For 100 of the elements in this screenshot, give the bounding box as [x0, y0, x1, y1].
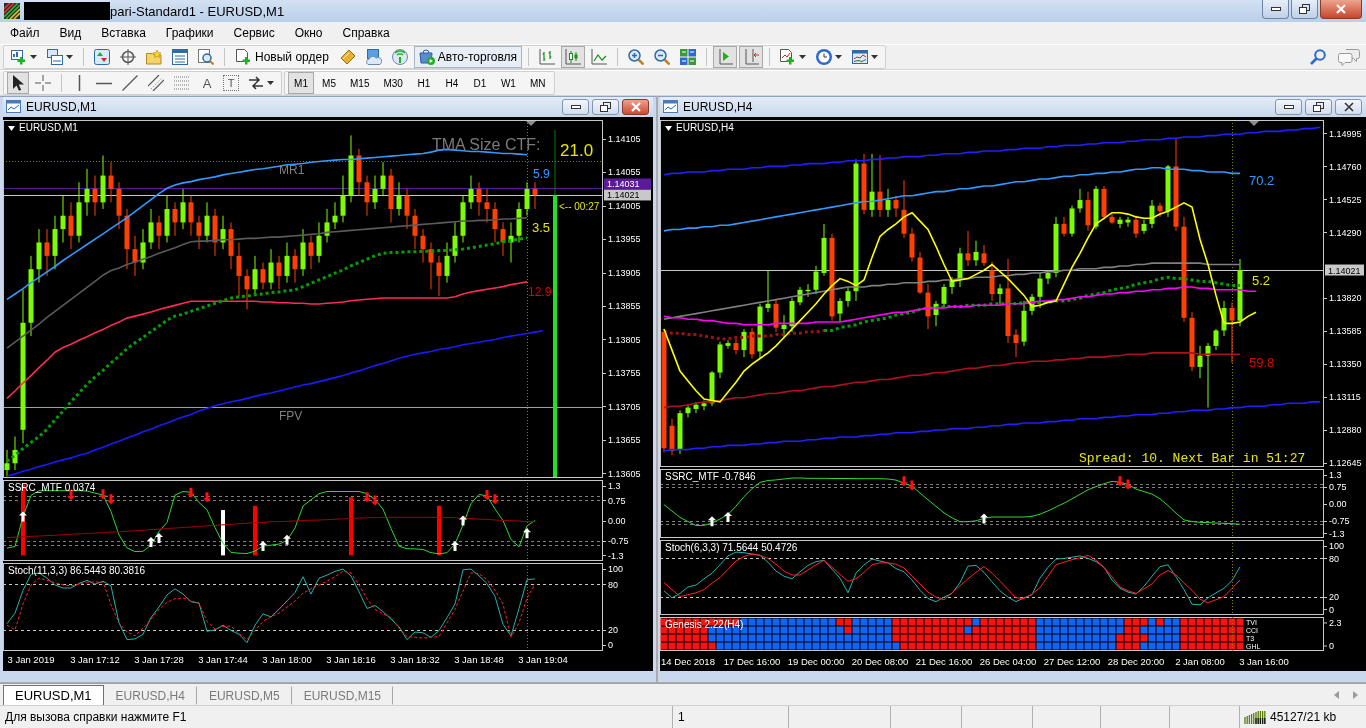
chart-tab[interactable]: EURUSD,M1	[3, 685, 104, 705]
axis-label: 1.13115	[1329, 392, 1361, 403]
menu-item[interactable]: Сервис	[223, 23, 285, 43]
text-tool-button[interactable]: A	[196, 72, 218, 94]
bearish-candle	[861, 153, 867, 215]
bearish-candle	[404, 188, 410, 230]
time-marker-line	[1232, 617, 1233, 651]
candlestick-button[interactable]	[561, 46, 586, 68]
bullish-candle	[220, 215, 226, 250]
restore-button[interactable]	[592, 98, 619, 115]
timeframe-button[interactable]: H4	[438, 72, 465, 94]
chat-icon[interactable]	[1338, 48, 1360, 66]
restore-button[interactable]	[1291, 0, 1318, 19]
bearish-candle	[917, 251, 923, 295]
close-button[interactable]	[622, 98, 649, 115]
timeframe-button[interactable]: M30	[377, 72, 409, 94]
bearish-candle	[420, 228, 426, 264]
shift-marker-icon[interactable]	[526, 121, 536, 126]
menu-item[interactable]: Вид	[49, 23, 92, 43]
price-label: 1.14031	[604, 178, 651, 190]
time-axis-label: 21 Dec 16:00	[915, 656, 973, 667]
bullish-candle	[765, 269, 771, 313]
close-button[interactable]	[1320, 0, 1362, 19]
time-axis-label: 3 Jan 17:44	[198, 654, 248, 665]
chart-window-icon	[852, 49, 869, 65]
bullish-candle	[4, 449, 10, 477]
restore-icon	[1299, 4, 1310, 14]
bearish-candle	[116, 181, 122, 230]
chart-shift-button[interactable]	[739, 46, 764, 68]
menu-item[interactable]: Окно	[284, 23, 333, 43]
bearish-candle	[909, 227, 915, 263]
bullish-candle	[516, 201, 522, 243]
auto-trading-button[interactable]: Авто-торговля	[413, 46, 523, 68]
axis-label: 1.13585	[1329, 326, 1362, 337]
chart-title: Stoch(11,3,3) 86.5443 80.3816	[8, 565, 146, 576]
bullish-candle	[949, 276, 955, 295]
axis-label: 20	[608, 625, 618, 636]
text-label-button[interactable]: T	[223, 75, 239, 91]
menu-item[interactable]: Справка	[332, 23, 400, 43]
magnifier-document-icon	[198, 49, 214, 65]
bullish-candle	[997, 283, 1003, 306]
minimize-button[interactable]	[562, 98, 589, 115]
new-order-button[interactable]: Новый ордер	[231, 46, 334, 68]
bearish-candle	[1101, 185, 1107, 221]
time-axis-label: 17 Dec 16:00	[723, 656, 781, 667]
caret-icon	[871, 55, 879, 59]
chart-window-icon	[663, 100, 678, 113]
axis-label: 1.13805	[608, 334, 641, 345]
timeframe-button[interactable]: M5	[316, 72, 342, 94]
caret-icon	[835, 55, 843, 59]
axis-label: 0.75	[1329, 482, 1347, 493]
menu-item[interactable]: Файл	[0, 23, 50, 43]
timeframe-button[interactable]: MN	[523, 72, 552, 94]
timeframe-button[interactable]: M1	[288, 72, 314, 94]
timeframe-button[interactable]: D1	[466, 72, 493, 94]
shift-marker-icon[interactable]	[1249, 121, 1259, 126]
minimize-button[interactable]	[1275, 98, 1302, 115]
bearish-candle	[92, 175, 98, 217]
menu-item[interactable]: Графики	[155, 23, 224, 43]
bearish-candle	[532, 181, 538, 210]
menu-item[interactable]: Вставка	[91, 23, 156, 43]
price-label: 1.14021	[604, 189, 651, 201]
search-icon[interactable]	[1310, 49, 1326, 65]
crosshair-circle-icon	[120, 49, 136, 65]
bullish-candle	[84, 168, 90, 217]
close-button[interactable]	[1335, 98, 1362, 115]
restore-icon	[600, 101, 611, 112]
caret-icon[interactable]	[8, 126, 15, 131]
axis-label: 1.3	[608, 480, 621, 491]
bearish-candle	[1109, 213, 1115, 225]
time-axis-label: 20 Dec 08:00	[851, 656, 909, 667]
bullish-candle	[837, 297, 843, 323]
axis-label: 1.12645	[1329, 458, 1362, 467]
bullish-candle	[957, 247, 963, 288]
timeframe-button[interactable]: W1	[494, 72, 522, 94]
bearish-candle	[1061, 216, 1067, 237]
chart-title: Stoch(6,3,3) 71.5644 50.4726	[665, 542, 798, 553]
bullish-candle	[1069, 205, 1075, 237]
time-axis-label: 19 Dec 00:00	[787, 656, 845, 667]
axis-label: 1.13820	[1329, 293, 1362, 304]
axis-label: -0.75	[608, 535, 629, 546]
bullish-candle	[781, 314, 787, 338]
logo-icon	[4, 3, 20, 19]
restore-button[interactable]	[1305, 98, 1332, 115]
status-text: Для вызова справки нажмите F1	[5, 710, 187, 724]
bullish-candle	[268, 248, 274, 290]
auto-scroll-button[interactable]	[713, 46, 738, 68]
timeframe-button[interactable]: H1	[410, 72, 437, 94]
bearish-candle	[989, 261, 995, 302]
cursor-button[interactable]	[7, 72, 29, 94]
bearish-candle	[492, 201, 498, 243]
zoom-in-icon	[628, 49, 645, 65]
axis-label: 1.3	[1329, 469, 1342, 480]
timeframe-button[interactable]: M15	[344, 72, 376, 94]
bullish-candle	[741, 328, 747, 358]
caret-icon[interactable]	[665, 126, 672, 131]
time-axis-label: 3 Jan 16:00	[1239, 656, 1289, 667]
minimize-button[interactable]	[1262, 0, 1289, 19]
clock-icon	[816, 49, 833, 65]
close-icon	[1343, 101, 1354, 112]
